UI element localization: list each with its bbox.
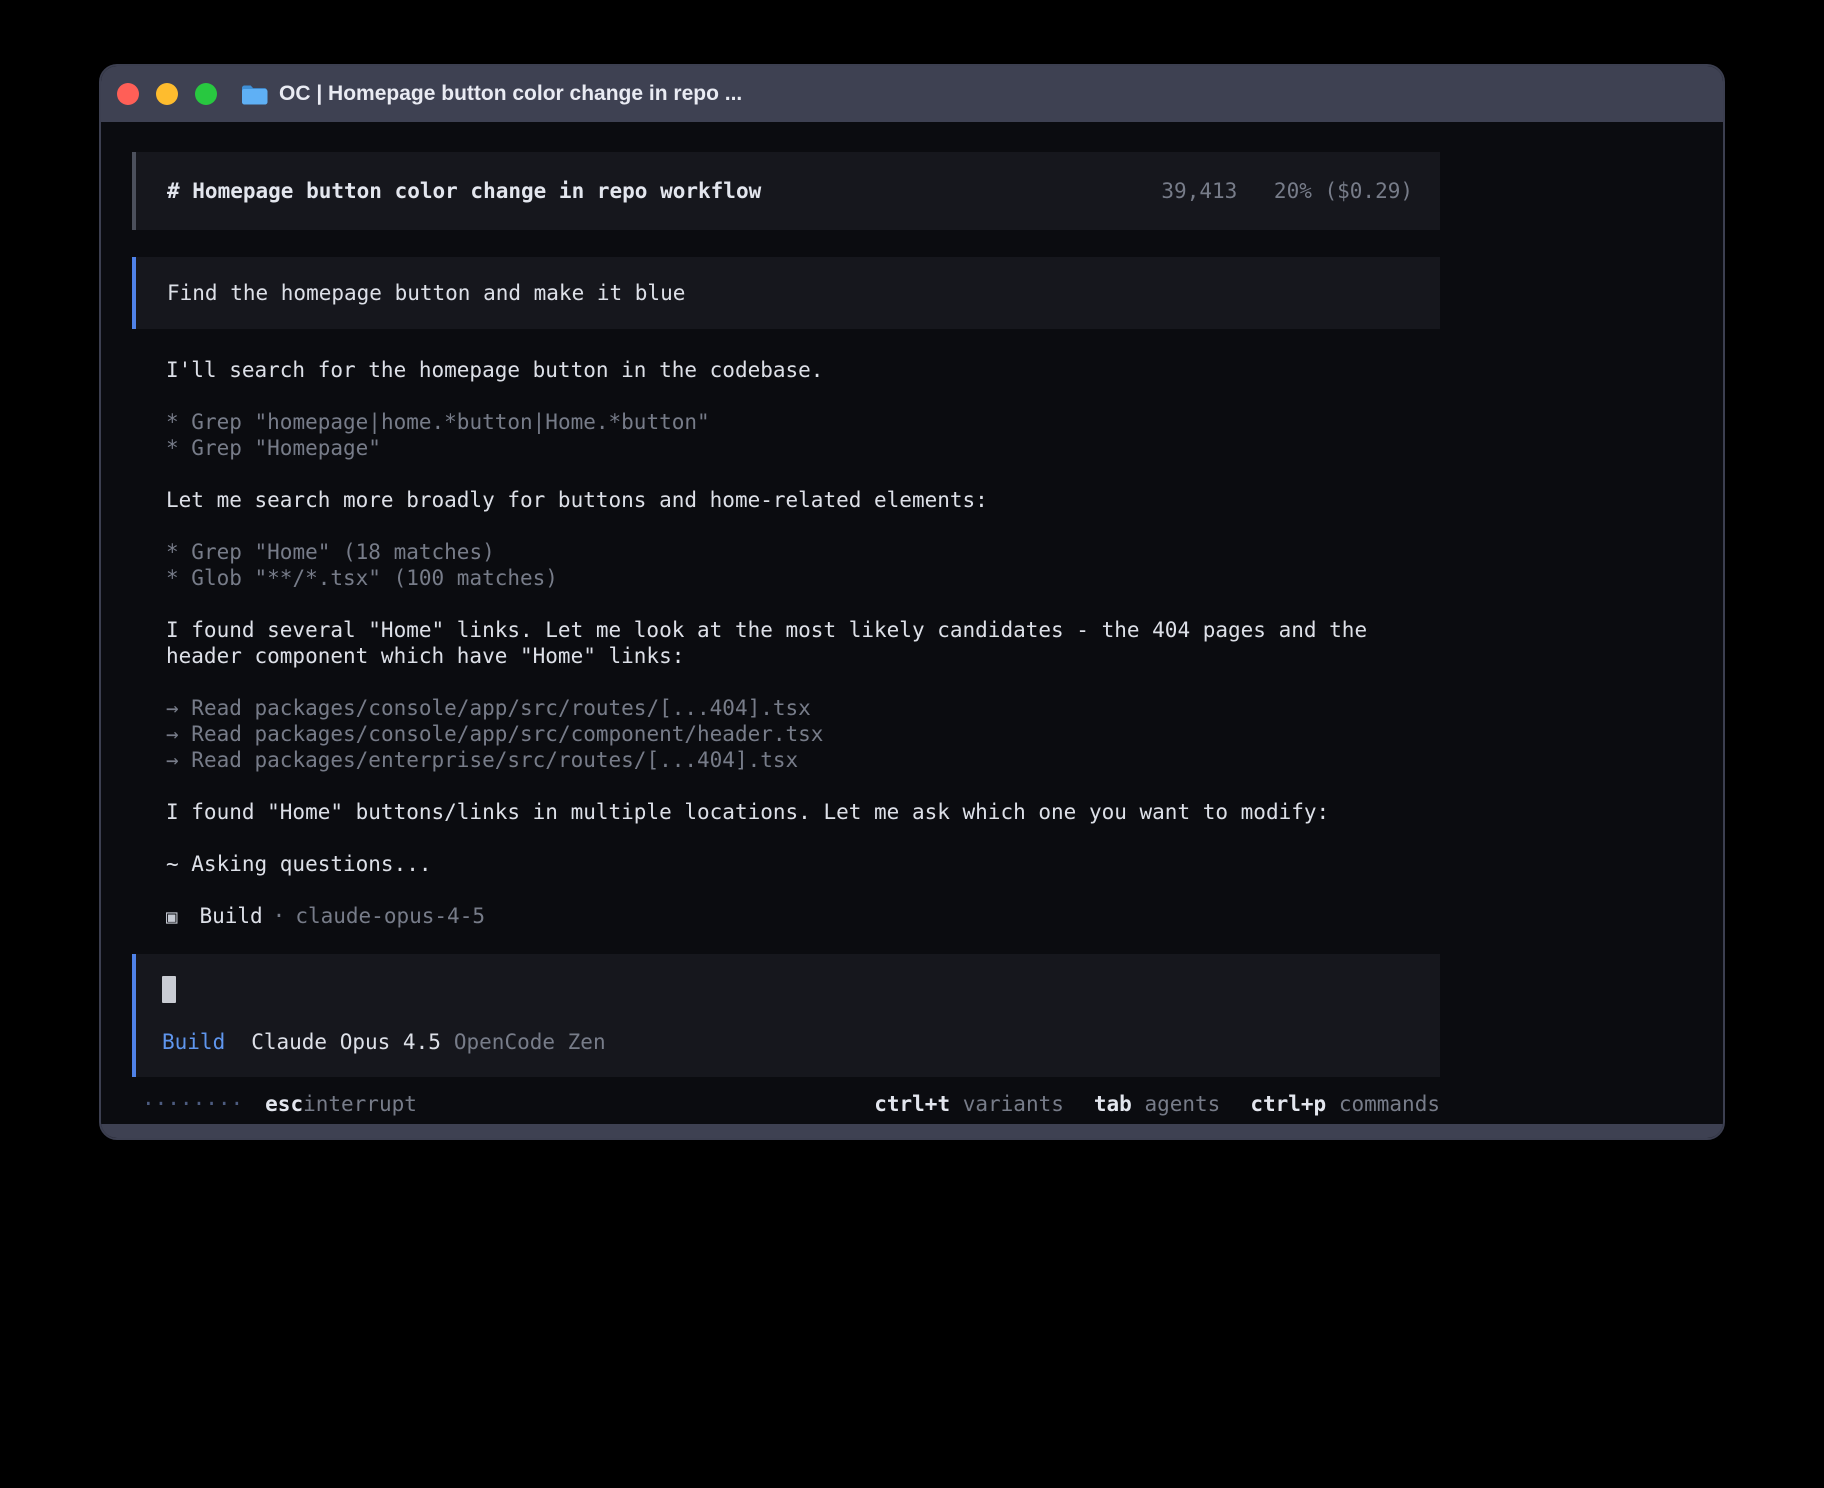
text-cursor (162, 976, 176, 1003)
tool-prefix-icon: * (166, 410, 179, 434)
agent-icon: ▣ (166, 906, 177, 928)
tool-call-text: Read packages/enterprise/src/routes/[...… (179, 748, 799, 772)
window-title: OC | Homepage button color change in rep… (279, 81, 742, 107)
shortcut-key: ctrl+p (1250, 1092, 1326, 1116)
user-message-text: Find the homepage button and make it blu… (167, 281, 685, 305)
tool-prefix-icon: → (166, 722, 179, 746)
tool-call-block: * Grep "homepage|home.*button|Home.*butt… (166, 409, 1440, 461)
progress-dots: ········ (142, 1091, 243, 1117)
terminal-window: OC | Homepage button color change in rep… (99, 64, 1725, 1140)
user-message: Find the homepage button and make it blu… (132, 257, 1440, 329)
tool-call-text: Glob "**/*.tsx" (100 matches) (179, 566, 558, 590)
titlebar[interactable]: OC | Homepage button color change in rep… (101, 66, 1723, 122)
shortcut-label: agents (1132, 1092, 1221, 1116)
interrupt-label: interrupt (303, 1091, 417, 1117)
shortcut-hint: ctrl+t variants (874, 1091, 1064, 1117)
assistant-text-line: I found several "Home" links. Let me loo… (166, 617, 1440, 669)
assistant-text-line: Let me search more broadly for buttons a… (166, 487, 1440, 513)
agent-separator: · (273, 904, 286, 928)
tool-call-text: Grep "Home" (18 matches) (179, 540, 495, 564)
status-bar-right: ctrl+t variants tab agents ctrl+p commands (874, 1091, 1440, 1117)
terminal-content: # Homepage button color change in repo w… (101, 122, 1723, 1128)
status-bar: ········ esc interrupt ctrl+t variants ta… (132, 1091, 1440, 1117)
prompt-input[interactable]: Build Claude Opus 4.5 OpenCode Zen (132, 954, 1440, 1077)
tool-call-line: * Grep "Homepage" (166, 435, 1440, 461)
tool-call-line: * Grep "homepage|home.*button|Home.*butt… (166, 409, 1440, 435)
tool-call-text: Read packages/console/app/src/routes/[..… (179, 696, 811, 720)
agent-model-label: claude-opus-4-5 (295, 904, 485, 928)
tool-call-line: → Read packages/console/app/src/routes/[… (166, 695, 1440, 721)
assistant-output: I'll search for the homepage button in t… (132, 357, 1440, 877)
window-bottom-edge (101, 1124, 1723, 1138)
provider-label: OpenCode Zen (454, 1030, 606, 1054)
token-count: 39,413 (1161, 179, 1237, 203)
tool-call-line: → Read packages/console/app/src/componen… (166, 721, 1440, 747)
close-window-button[interactable] (117, 83, 139, 105)
assistant-text-block: Let me search more broadly for buttons a… (166, 487, 1440, 513)
tool-call-text: Grep "homepage|home.*button|Home.*button… (179, 410, 710, 434)
session-metrics: 39,413 20% ($0.29) (1161, 178, 1413, 204)
agent-mode-label[interactable]: Build (162, 1030, 225, 1054)
agent-status-row: ▣ Build · claude-opus-4-5 (132, 903, 1440, 930)
shortcut-label: variants (950, 1092, 1064, 1116)
minimize-window-button[interactable] (156, 83, 178, 105)
shortcut-key: tab (1094, 1092, 1132, 1116)
tool-call-line: * Grep "Home" (18 matches) (166, 539, 1440, 565)
shortcut-label: commands (1326, 1092, 1440, 1116)
context-usage: 20% ($0.29) (1274, 179, 1413, 203)
zoom-window-button[interactable] (195, 83, 217, 105)
shortcut-hint: ctrl+p commands (1250, 1091, 1440, 1117)
tool-prefix-icon: * (166, 436, 179, 460)
assistant-text-block: I found several "Home" links. Let me loo… (166, 617, 1440, 669)
traffic-lights (117, 83, 217, 105)
session-header: # Homepage button color change in repo w… (132, 152, 1440, 230)
assistant-text-line: I found "Home" buttons/links in multiple… (166, 799, 1440, 825)
shortcut-key: ctrl+t (874, 1092, 950, 1116)
tool-call-block: → Read packages/console/app/src/routes/[… (166, 695, 1440, 773)
shortcut-hint: tab agents (1094, 1091, 1220, 1117)
tool-call-text: Grep "Homepage" (179, 436, 381, 460)
agent-name-label: Build (199, 904, 262, 928)
tool-prefix-icon: * (166, 566, 179, 590)
tool-call-line: → Read packages/enterprise/src/routes/[.… (166, 747, 1440, 773)
tool-call-line: * Glob "**/*.tsx" (100 matches) (166, 565, 1440, 591)
model-label[interactable]: Claude Opus 4.5 (251, 1030, 441, 1054)
input-meta-row: Build Claude Opus 4.5 OpenCode Zen (162, 1029, 1414, 1055)
assistant-text-block: I found "Home" buttons/links in multiple… (166, 799, 1440, 825)
assistant-text-line: ~ Asking questions... (166, 851, 1440, 877)
assistant-text-line: I'll search for the homepage button in t… (166, 357, 1440, 383)
esc-key-hint: esc (265, 1091, 303, 1117)
tool-prefix-icon: → (166, 748, 179, 772)
tool-call-text: Read packages/console/app/src/component/… (179, 722, 824, 746)
status-bar-left: ········ esc interrupt (132, 1091, 417, 1117)
assistant-text-block: ~ Asking questions... (166, 851, 1440, 877)
tool-prefix-icon: → (166, 696, 179, 720)
tool-prefix-icon: * (166, 540, 179, 564)
assistant-text-block: I'll search for the homepage button in t… (166, 357, 1440, 383)
session-title: # Homepage button color change in repo w… (167, 178, 761, 204)
tool-call-block: * Grep "Home" (18 matches)* Glob "**/*.t… (166, 539, 1440, 591)
folder-icon (241, 83, 268, 106)
